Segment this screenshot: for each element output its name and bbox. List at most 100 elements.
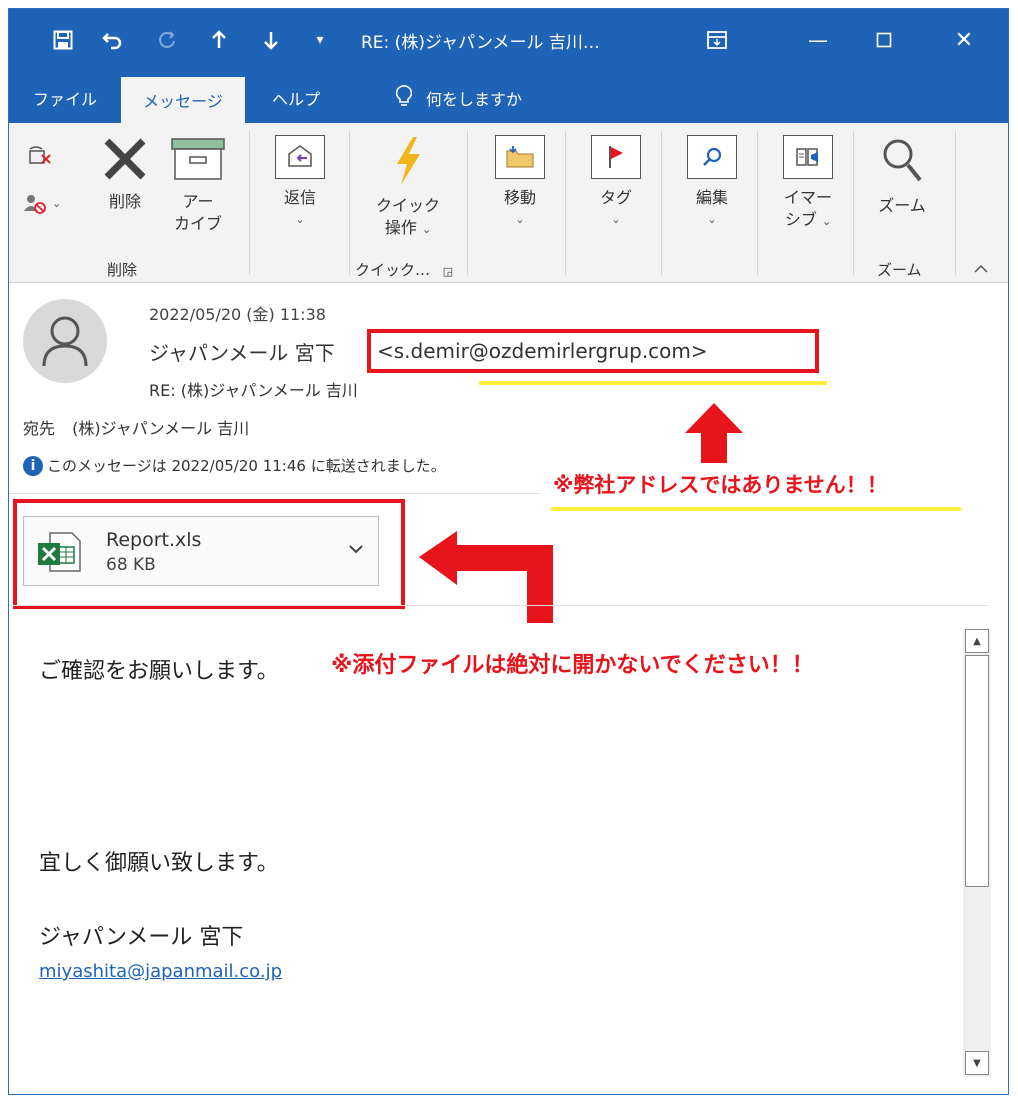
editing-label: 編集	[695, 188, 728, 207]
red-up-arrow	[685, 403, 743, 463]
zoom-button[interactable]: ズーム	[869, 135, 935, 217]
move-button[interactable]: 移動 ⌄	[487, 135, 553, 231]
immersive-label-1: イマー	[783, 188, 832, 207]
immersive-label-2: シブ	[784, 210, 817, 229]
down-arrow-icon[interactable]	[253, 23, 289, 57]
collapse-ribbon-icon[interactable]	[969, 259, 993, 281]
forward-info-bar: i このメッセージは 2022/05/20 11:46 に転送されました。	[23, 455, 446, 476]
ribbon-display-icon[interactable]	[695, 23, 739, 57]
attachment-name: Report.xls	[106, 529, 202, 551]
archive-label-2: カイブ	[173, 214, 222, 233]
red-left-arrow	[419, 531, 553, 623]
vertical-scrollbar[interactable]: ▲ ▼	[963, 629, 991, 1077]
tell-me-label: 何をしますか	[425, 90, 522, 109]
reply-button[interactable]: 返信 ⌄	[267, 135, 333, 231]
zoom-label: ズーム	[878, 196, 926, 215]
ignore-icon[interactable]	[23, 145, 57, 173]
group-quick-label: クイック… ◲	[355, 259, 453, 280]
info-icon: i	[23, 455, 43, 476]
tab-message-label: メッセージ	[143, 92, 223, 111]
ribbon-tabs: ファイル メッセージ ヘルプ 何をしますか	[9, 73, 1008, 123]
attachment-size: 68 KB	[106, 555, 156, 575]
tab-file[interactable]: ファイル	[19, 73, 111, 123]
tab-help[interactable]: ヘルプ	[255, 73, 337, 123]
ribbon-separator	[565, 131, 566, 275]
quick-label-2: 操作	[384, 218, 417, 237]
quick-label-1: クイック	[375, 196, 440, 215]
body-line-1: ご確認をお願いします。	[39, 659, 279, 684]
yellow-underline-email	[479, 381, 827, 385]
up-arrow-icon[interactable]	[201, 23, 237, 57]
sender-email-highlight: <s.demir@ozdemirlergrup.com>	[367, 329, 819, 373]
redo-icon[interactable]	[149, 23, 185, 57]
tab-help-label: ヘルプ	[271, 90, 320, 109]
undo-icon[interactable]	[95, 23, 131, 57]
signature-email-link[interactable]: miyashita@japanmail.co.jp	[39, 961, 282, 982]
message-date: 2022/05/20 (金) 11:38	[149, 305, 326, 324]
group-quick-text: クイック…	[355, 261, 431, 279]
editing-button[interactable]: 編集 ⌄	[679, 135, 745, 231]
sender-name[interactable]: ジャパンメール 宮下	[149, 337, 335, 366]
to-value[interactable]: (株)ジャパンメール 吉川	[72, 419, 249, 438]
tab-message[interactable]: メッセージ	[121, 77, 245, 123]
immersive-reader-button[interactable]: イマー シブ ⌄	[775, 135, 841, 233]
save-icon[interactable]	[45, 23, 81, 57]
archive-box-icon	[167, 135, 229, 183]
attachment-chevron-icon[interactable]	[348, 539, 364, 558]
reply-label: 返信	[283, 188, 316, 207]
quick-steps-button[interactable]: クイック 操作 ⌄	[365, 135, 451, 241]
delete-x-icon	[95, 135, 155, 183]
customize-icon[interactable]: ▾	[305, 23, 335, 57]
find-icon	[679, 135, 745, 179]
lightning-icon	[365, 135, 451, 187]
tab-file-label: ファイル	[32, 90, 97, 109]
ribbon-separator	[249, 131, 250, 275]
reply-icon	[267, 135, 333, 179]
sender-avatar	[23, 299, 107, 383]
attachment-card[interactable]: Report.xls 68 KB	[23, 516, 379, 586]
quick-chevron-icon: ⌄	[421, 223, 432, 236]
ribbon-separator	[853, 131, 854, 275]
move-folder-icon	[487, 135, 553, 179]
lightbulb-icon	[395, 84, 413, 112]
attachment-warning-annotation: ※添付ファイルは絶対に開かないでください！！	[331, 653, 814, 678]
header-divider	[9, 493, 541, 494]
scroll-down-icon[interactable]: ▼	[965, 1051, 989, 1075]
flag-icon	[583, 135, 649, 179]
zoom-magnifier-icon	[869, 135, 935, 187]
outlook-message-window: ▾ RE: (株)ジャパンメール 吉川… — ✕ ファイル メッセージ ヘルプ …	[8, 8, 1009, 1095]
group-zoom-label: ズーム	[877, 261, 922, 279]
immersive-chevron-icon: ⌄	[821, 215, 832, 228]
group-delete-label: 削除	[107, 261, 138, 279]
junk-icon[interactable]: ⌄	[23, 193, 83, 221]
to-label: 宛先	[23, 419, 56, 438]
dialog-launcher-icon[interactable]: ◲	[443, 265, 453, 278]
archive-button[interactable]: アー カイブ	[167, 135, 229, 235]
body-divider	[9, 605, 989, 606]
tags-button[interactable]: タグ ⌄	[583, 135, 649, 231]
window-title: RE: (株)ジャパンメール 吉川…	[361, 33, 600, 53]
delete-label: 削除	[108, 192, 141, 211]
address-warning-annotation: ※弊社アドレスではありません！！	[553, 473, 888, 497]
ribbon-separator	[661, 131, 662, 275]
ribbon-separator	[467, 131, 468, 275]
move-label: 移動	[503, 188, 536, 207]
scroll-thumb[interactable]	[965, 655, 989, 887]
forward-info-text: このメッセージは 2022/05/20 11:46 に転送されました。	[47, 457, 446, 475]
maximize-icon[interactable]	[859, 23, 909, 57]
ribbon-separator	[349, 131, 350, 275]
minimize-icon[interactable]: —	[793, 23, 843, 57]
reply-chevron-icon: ⌄	[295, 213, 305, 226]
delete-button[interactable]: 削除	[95, 135, 155, 213]
title-bar: ▾ RE: (株)ジャパンメール 吉川… — ✕	[9, 9, 1008, 73]
archive-label-1: アー	[182, 192, 214, 211]
ribbon: ⌄ 削除 アー カイブ 削除 返信 ⌄ クイック 操作 ⌄ クイック… ◲ 移動…	[9, 123, 1008, 283]
editing-chevron-icon: ⌄	[707, 213, 717, 226]
signature-name: ジャパンメール 宮下	[39, 925, 244, 950]
tell-me-search[interactable]: 何をしますか	[359, 73, 559, 123]
scroll-up-icon[interactable]: ▲	[965, 629, 989, 653]
close-icon[interactable]: ✕	[939, 23, 989, 57]
tags-label: タグ	[599, 188, 632, 207]
tags-chevron-icon: ⌄	[611, 213, 621, 226]
sender-email[interactable]: <s.demir@ozdemirlergrup.com>	[377, 339, 708, 363]
